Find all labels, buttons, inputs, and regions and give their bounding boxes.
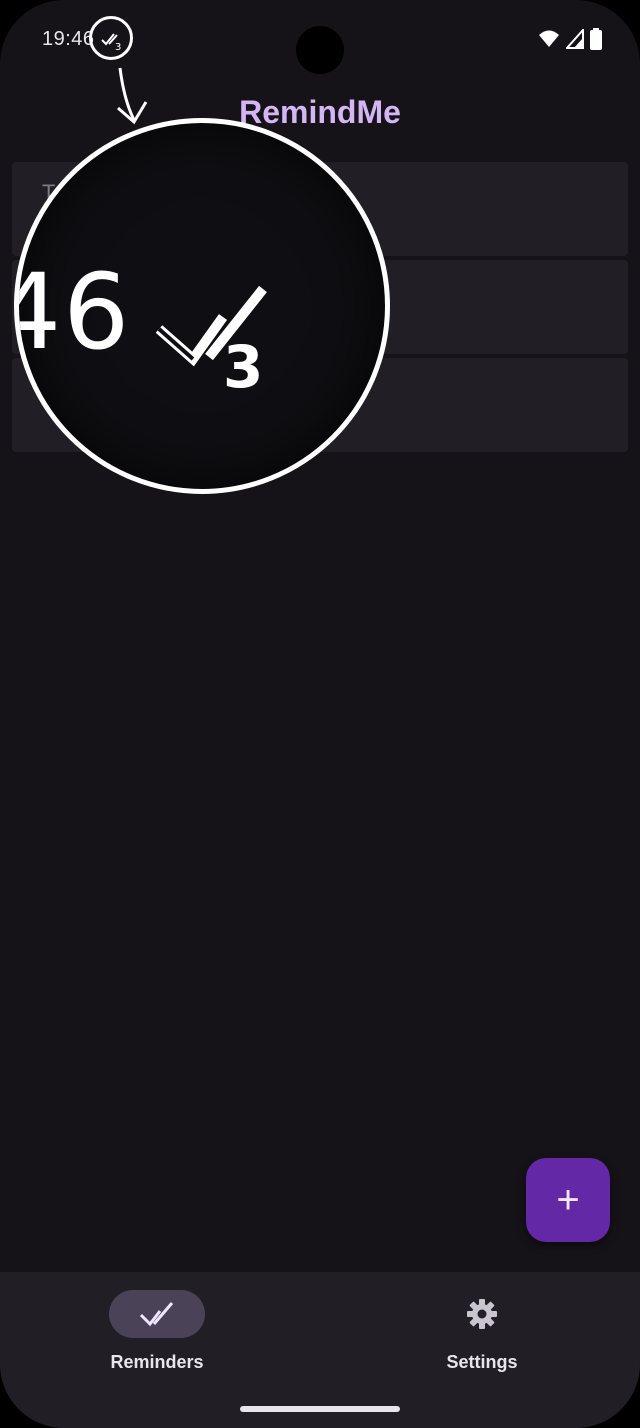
app-title: RemindMe	[239, 94, 401, 130]
nav-active-indicator	[109, 1290, 205, 1338]
nav-label-settings: Settings	[446, 1352, 518, 1372]
magnified-double-check-3-icon: 3	[155, 285, 267, 391]
magnified-time: 46	[19, 251, 132, 373]
nav-item-reminders[interactable]: Reminders	[77, 1290, 237, 1373]
magnifier-callout: 46 3	[14, 118, 390, 494]
nav-icon-container	[434, 1290, 530, 1338]
camera-cutout	[296, 26, 344, 74]
nav-label-reminders: Reminders	[110, 1352, 204, 1372]
nav-item-settings[interactable]: Settings	[402, 1290, 562, 1373]
magnified-badge-number: 3	[223, 333, 263, 391]
plus-icon: +	[556, 1177, 580, 1222]
signal-icon	[566, 29, 584, 49]
wifi-icon	[539, 30, 559, 47]
add-reminder-button[interactable]: +	[526, 1158, 610, 1242]
gear-icon	[467, 1299, 497, 1329]
battery-icon	[590, 28, 602, 50]
status-time: 19:46	[42, 28, 95, 50]
home-indicator[interactable]	[240, 1406, 400, 1412]
system-icons	[538, 28, 602, 50]
phone-screen: 19:46 3 RemindMe T 6 3 + Reminders Setti…	[0, 0, 640, 1428]
callout-highlight-circle	[89, 16, 133, 60]
double-check-icon	[139, 1302, 174, 1327]
bottom-navigation: Reminders Settings	[0, 1272, 640, 1428]
